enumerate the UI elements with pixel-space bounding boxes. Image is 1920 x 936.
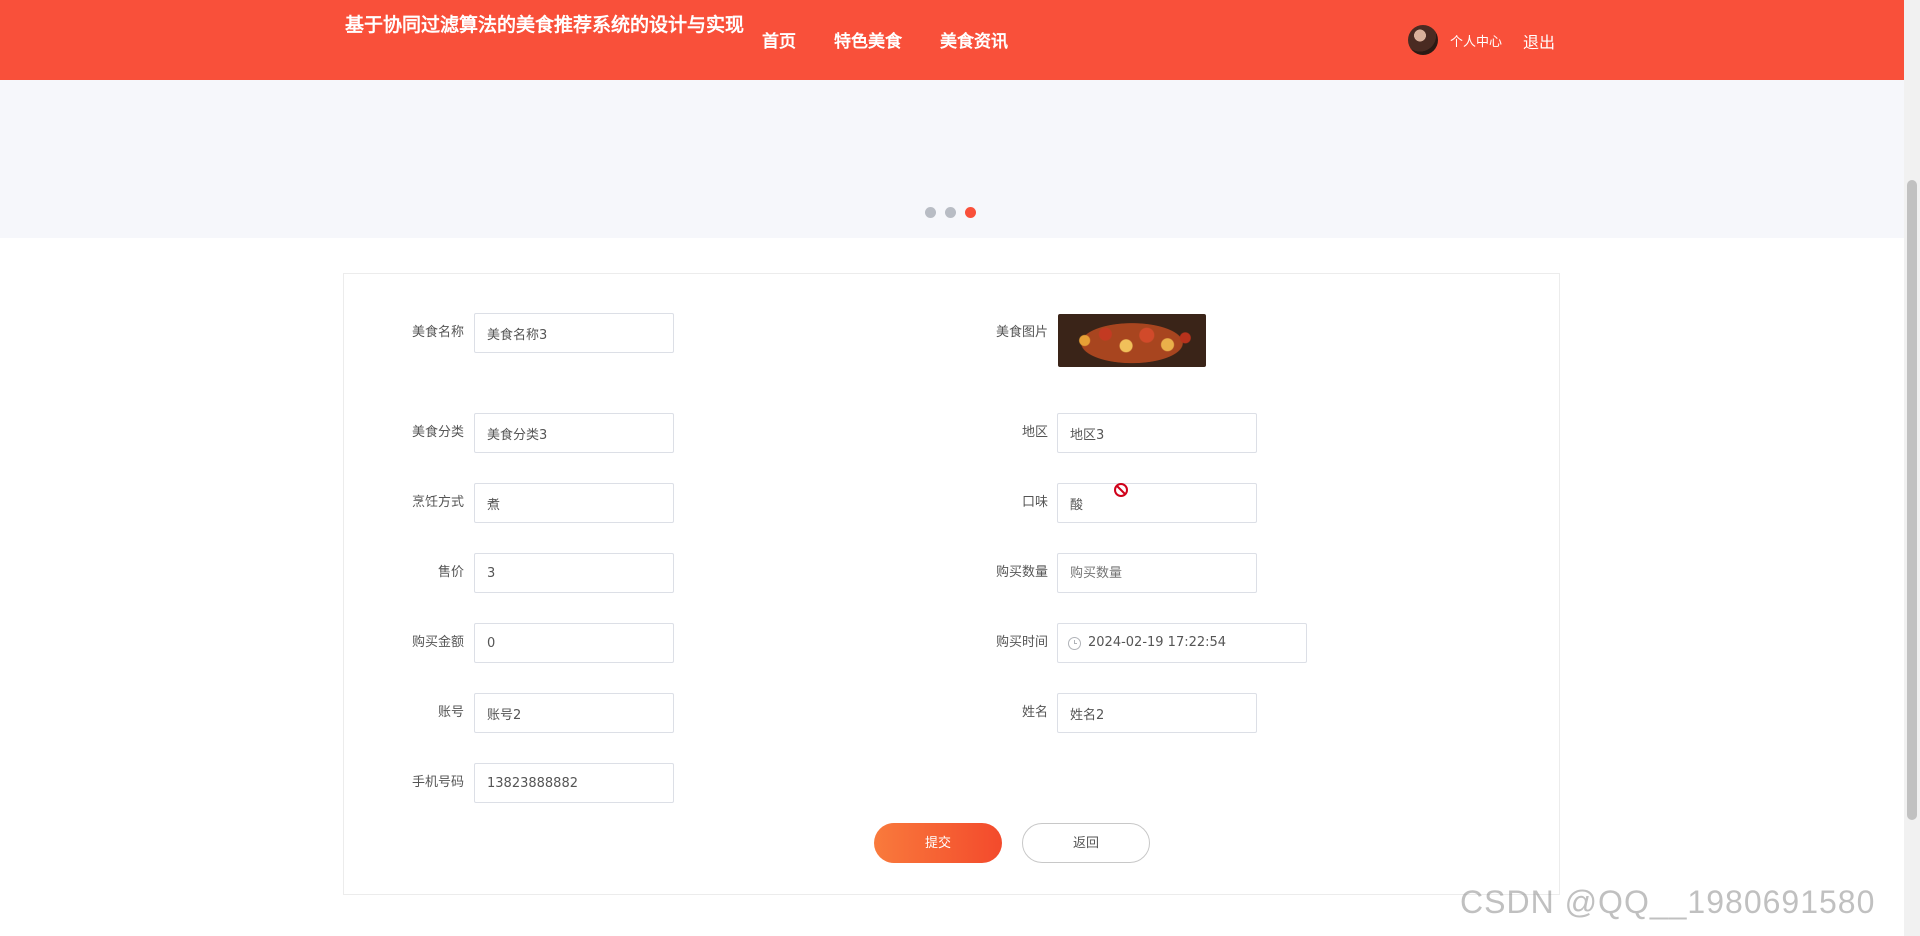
taste-input[interactable]: [1057, 483, 1257, 523]
phone-input[interactable]: [474, 763, 674, 803]
region-input[interactable]: [1057, 413, 1257, 453]
carousel-indicators: [925, 207, 985, 218]
purchase-time-label: 购买时间: [995, 635, 1048, 650]
avatar[interactable]: [1408, 25, 1438, 55]
quantity-input[interactable]: [1057, 553, 1257, 593]
category-input[interactable]: [474, 413, 674, 453]
nav-food-news[interactable]: 美食资讯: [940, 27, 1008, 52]
phone-label: 手机号码: [411, 775, 464, 790]
quantity-label: 购买数量: [995, 565, 1048, 580]
price-input[interactable]: [474, 553, 674, 593]
account-label: 账号: [437, 705, 464, 720]
submit-button[interactable]: 提交: [874, 823, 1002, 863]
logout-link[interactable]: 退出: [1523, 29, 1555, 53]
price-label: 售价: [437, 565, 464, 580]
cooking-method-input[interactable]: [474, 483, 674, 523]
site-title: 基于协同过滤算法的美食推荐系统的设计与实现: [344, 14, 744, 36]
food-image-label: 美食图片: [995, 325, 1048, 340]
taste-label: 口味: [1021, 495, 1048, 510]
amount-label: 购买金额: [411, 635, 464, 650]
region-label: 地区: [1021, 425, 1048, 440]
food-image[interactable]: [1058, 314, 1206, 367]
nav-home[interactable]: 首页: [762, 27, 796, 52]
purchase-time-picker[interactable]: 2024-02-19 17:22:54: [1057, 623, 1307, 663]
user-center-link[interactable]: 个人中心: [1450, 31, 1502, 50]
carousel-dot-2[interactable]: [945, 207, 956, 218]
food-name-input[interactable]: [474, 313, 674, 353]
purchase-time-value: 2024-02-19 17:22:54: [1088, 635, 1227, 650]
not-allowed-cursor-icon: [1114, 483, 1128, 497]
amount-input[interactable]: [474, 623, 674, 663]
name-label: 姓名: [1021, 705, 1048, 720]
food-name-label: 美食名称: [411, 325, 464, 340]
nav-special-food[interactable]: 特色美食: [834, 27, 902, 52]
scrollbar-thumb[interactable]: [1907, 180, 1917, 820]
carousel-dot-1[interactable]: [925, 207, 936, 218]
name-input[interactable]: [1057, 693, 1257, 733]
category-label: 美食分类: [411, 425, 464, 440]
carousel-dot-3[interactable]: [965, 207, 976, 218]
watermark: CSDN @QQ__1980691580: [1460, 884, 1876, 920]
back-button[interactable]: 返回: [1022, 823, 1150, 863]
cooking-method-label: 烹饪方式: [411, 495, 464, 510]
top-header: 基于协同过滤算法的美食推荐系统的设计与实现 首页 特色美食 美食资讯 个人中心 …: [0, 0, 1904, 80]
account-input[interactable]: [474, 693, 674, 733]
main-nav: 首页 特色美食 美食资讯: [762, 27, 1046, 52]
clock-icon: [1068, 637, 1081, 650]
